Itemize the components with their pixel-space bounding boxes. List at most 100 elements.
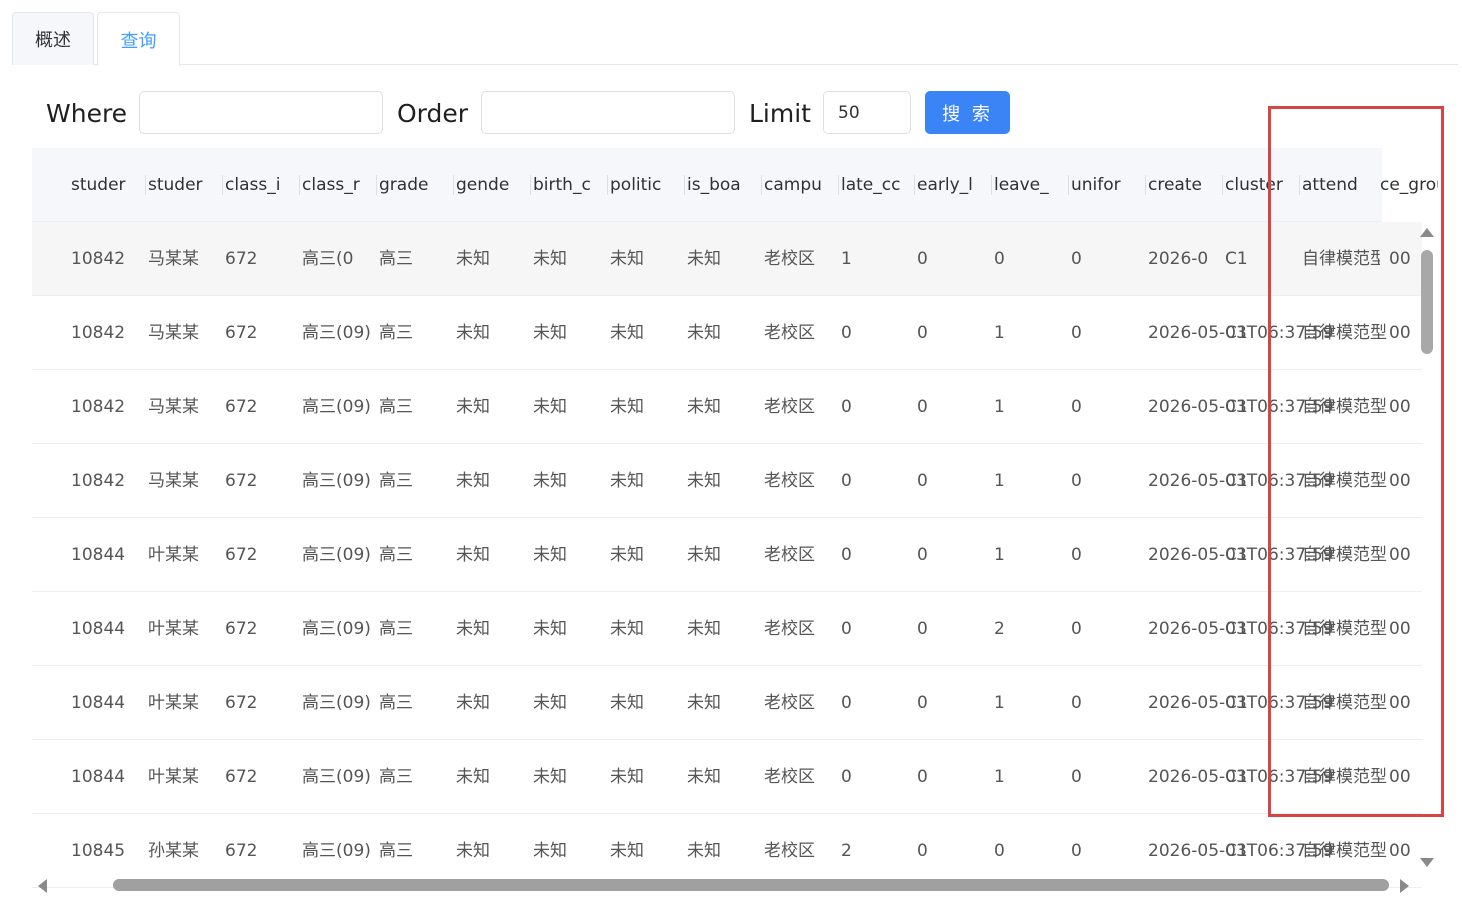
table-cell: 高三(09) bbox=[302, 471, 371, 491]
column-resize-handle[interactable] bbox=[530, 175, 531, 195]
table-row[interactable]: 10842 马某某 672 高三(09) 高三 未知 未知 未知 未知 老校区 0 0 1 0 2026-0… bbox=[32, 296, 1422, 370]
column-header[interactable]: grade bbox=[379, 148, 451, 222]
column-header[interactable]: create bbox=[1148, 148, 1220, 222]
table-row[interactable]: 10844 叶某某 672 高三(09) 高三 未知 未知 未知 未知 老校区 0 0 1 0 2026-0… bbox=[32, 666, 1422, 740]
table-cell: 2026-0 bbox=[1148, 249, 1209, 269]
column-header[interactable]: campu bbox=[764, 148, 836, 222]
table-cell: 未知 bbox=[687, 841, 721, 861]
table-cell: 未知 bbox=[456, 397, 490, 417]
table-cell: 0 bbox=[841, 545, 852, 565]
column-resize-handle[interactable] bbox=[838, 175, 839, 195]
table-cell: 0 bbox=[994, 249, 1005, 269]
table-row[interactable]: 10844 叶某某 672 高三(09) 高三 未知 未知 未知 未知 老校区 0 0 1 0 2026-0… bbox=[32, 518, 1422, 592]
column-resize-handle[interactable] bbox=[607, 175, 608, 195]
table-cell: 0 bbox=[917, 619, 928, 639]
table-cell: 未知 bbox=[610, 693, 644, 713]
column-resize-handle[interactable] bbox=[1222, 175, 1223, 195]
column-header[interactable]: studer bbox=[148, 148, 220, 222]
horizontal-scroll-thumb[interactable] bbox=[113, 879, 1389, 891]
table-cell: 自律模范型 bbox=[1302, 841, 1387, 861]
column-header[interactable]: is_boa bbox=[687, 148, 759, 222]
scroll-left-arrow-icon[interactable] bbox=[38, 879, 47, 893]
table-cell: 未知 bbox=[533, 397, 567, 417]
table-cell: 未知 bbox=[687, 323, 721, 343]
search-button[interactable]: 搜 索 bbox=[925, 91, 1010, 134]
column-resize-handle[interactable] bbox=[453, 175, 454, 195]
table-cell: 未知 bbox=[687, 767, 721, 787]
table-cell: 10844 bbox=[71, 693, 126, 713]
table-cell: 未知 bbox=[456, 841, 490, 861]
column-header[interactable]: gende bbox=[456, 148, 528, 222]
table-cell: 未知 bbox=[610, 619, 644, 639]
table-cell: 马某某 bbox=[148, 471, 199, 491]
column-resize-handle[interactable] bbox=[991, 175, 992, 195]
table-cell: 高三(0 bbox=[302, 249, 354, 269]
table-cell: 未知 bbox=[456, 249, 490, 269]
column-resize-handle[interactable] bbox=[684, 175, 685, 195]
table-cell: 0 bbox=[841, 693, 852, 713]
column-header[interactable]: birth_c bbox=[533, 148, 605, 222]
table-cell: 老校区 bbox=[764, 397, 815, 417]
table-row[interactable]: 10844 叶某某 672 高三(09) 高三 未知 未知 未知 未知 老校区 0 0 2 0 2026-0… bbox=[32, 592, 1422, 666]
table-cell: 未知 bbox=[610, 767, 644, 787]
table-cell: 高三(09) bbox=[302, 841, 371, 861]
column-resize-handle[interactable] bbox=[299, 175, 300, 195]
table-cell: 未知 bbox=[610, 323, 644, 343]
table-cell: 孙某某 bbox=[148, 841, 199, 861]
order-label: Order bbox=[397, 99, 469, 128]
scroll-right-arrow-icon[interactable] bbox=[1400, 879, 1409, 893]
table-row[interactable]: 10844 叶某某 672 高三(09) 高三 未知 未知 未知 未知 老校区 0 0 1 0 2026-0… bbox=[32, 740, 1422, 814]
column-resize-handle[interactable] bbox=[761, 175, 762, 195]
column-header[interactable]: politic bbox=[610, 148, 682, 222]
table-cell: 高三 bbox=[379, 545, 413, 565]
column-header[interactable]: unifor bbox=[1071, 148, 1143, 222]
table-cell: 2 bbox=[994, 619, 1005, 639]
table-cell: 未知 bbox=[533, 471, 567, 491]
column-resize-handle[interactable] bbox=[376, 175, 377, 195]
table-cell: 672 bbox=[225, 545, 258, 565]
table-row[interactable]: 10842 马某某 672 高三(09) 高三 未知 未知 未知 未知 老校区 0 0 1 0 2026-0… bbox=[32, 370, 1422, 444]
table-cell: 0 bbox=[1071, 323, 1082, 343]
table-cell: 10842 bbox=[71, 323, 126, 343]
column-resize-handle[interactable] bbox=[145, 175, 146, 195]
column-header[interactable]: studer bbox=[71, 148, 143, 222]
table-cell: 0 bbox=[1071, 767, 1082, 787]
table-cell: 0 bbox=[917, 693, 928, 713]
table-cell: 未知 bbox=[687, 693, 721, 713]
table-cell: 未知 bbox=[687, 471, 721, 491]
tab-query[interactable]: 查询 bbox=[97, 12, 180, 66]
column-resize-handle[interactable] bbox=[1145, 175, 1146, 195]
column-header[interactable]: early_l bbox=[917, 148, 989, 222]
table-cell: 1 bbox=[994, 693, 1005, 713]
column-header[interactable]: class_i bbox=[225, 148, 297, 222]
table-cell: 未知 bbox=[533, 323, 567, 343]
table-cell: 0 bbox=[1071, 397, 1082, 417]
table-cell: 未知 bbox=[687, 249, 721, 269]
tab-overview[interactable]: 概述 bbox=[12, 12, 94, 65]
table-cell: 672 bbox=[225, 693, 258, 713]
table-cell: 未知 bbox=[456, 619, 490, 639]
column-header[interactable]: leave_ bbox=[994, 148, 1066, 222]
where-input[interactable] bbox=[139, 91, 383, 134]
table-cell: 老校区 bbox=[764, 545, 815, 565]
limit-input[interactable] bbox=[823, 91, 911, 134]
table-row[interactable]: 10842 马某某 672 高三(09) 高三 未知 未知 未知 未知 老校区 0 0 1 0 2026-0… bbox=[32, 444, 1422, 518]
column-header[interactable]: class_r bbox=[302, 148, 374, 222]
table-cell: 0 bbox=[841, 397, 852, 417]
table-cell: 0 bbox=[917, 545, 928, 565]
table-row[interactable]: 10842 马某某 672 高三(0 高三 未知 未知 未知 未知 老校区 1 0 0 0 2026-0 C1… bbox=[32, 222, 1422, 296]
column-resize-handle[interactable] bbox=[1068, 175, 1069, 195]
table-row[interactable]: 10845 孙某某 672 高三(09) 高三 未知 未知 未知 未知 老校区 2 0 0 0 2026-0… bbox=[32, 814, 1422, 888]
order-input[interactable] bbox=[481, 91, 735, 134]
column-resize-handle[interactable] bbox=[222, 175, 223, 195]
table-cell: 1 bbox=[994, 471, 1005, 491]
column-resize-handle[interactable] bbox=[914, 175, 915, 195]
scroll-down-arrow-icon[interactable] bbox=[1420, 858, 1434, 867]
table-cell: 672 bbox=[225, 841, 258, 861]
table-cell: 0 bbox=[1071, 693, 1082, 713]
table-cell: 高三 bbox=[379, 397, 413, 417]
table-cell: 未知 bbox=[687, 397, 721, 417]
table-cell: 高三(09) bbox=[302, 767, 371, 787]
table-cell: 老校区 bbox=[764, 619, 815, 639]
column-header[interactable]: late_cc bbox=[841, 148, 913, 222]
